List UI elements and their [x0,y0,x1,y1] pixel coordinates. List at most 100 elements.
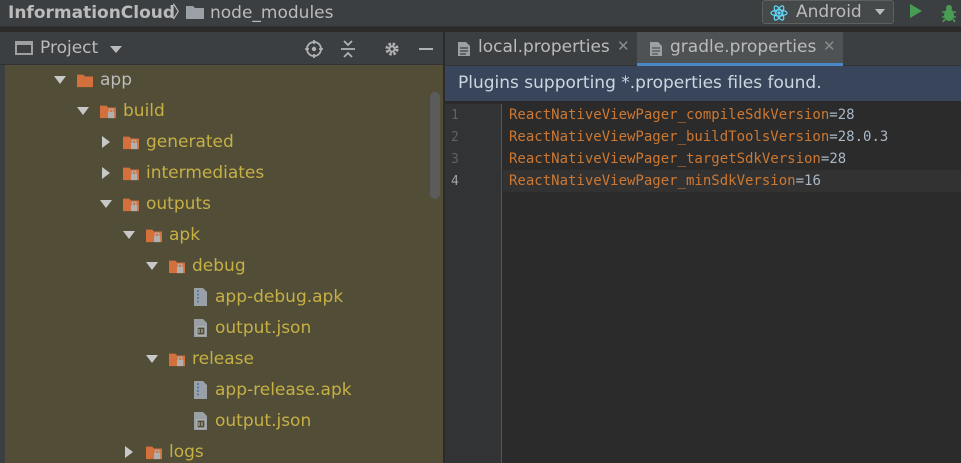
tree-item[interactable]: output.json [5,313,428,344]
property-separator: = [829,129,838,145]
navigation-bar: InformationCloud 〉 node_modules Android [0,0,961,27]
run-configuration-label: Android [796,2,862,22]
property-line[interactable]: ReactNativeViewPager_buildToolsVersion=2… [509,129,888,145]
property-key: ReactNativeViewPager_buildToolsVersion [509,129,830,145]
project-tree[interactable]: app build generated intermediates outputs apk… [5,65,428,463]
tree-item-label: logs [169,442,204,462]
tree-item-label: intermediates [146,163,265,183]
tree-item-label: apk [169,225,201,245]
tree-item[interactable]: build [5,96,428,127]
json-file-icon [194,412,207,430]
tree-item[interactable]: app-debug.apk [5,282,428,313]
property-value: 28 [837,107,855,123]
expand-arrow-down-icon[interactable] [54,76,66,84]
line-number: 3 [451,152,459,167]
expand-arrow-down-icon[interactable] [146,355,158,363]
expand-arrow-right-icon[interactable] [102,167,110,179]
debug-icon[interactable] [940,3,958,23]
run-configuration-select[interactable]: Android [762,0,894,24]
tree-item[interactable]: release [5,344,428,375]
line-number-gutter: 1 2 3 4 [445,104,502,463]
tree-item[interactable]: intermediates [5,158,428,189]
property-line[interactable]: ReactNativeViewPager_targetSdkVersion=28 [509,151,846,167]
tree-item-label: debug [192,256,246,276]
close-icon[interactable]: ✕ [823,37,836,55]
tree-item-label: outputs [146,194,211,214]
code-editor[interactable]: 1 2 3 4 ReactNativeViewPager_compileSdkVers… [445,104,961,463]
project-tool-window: Project app build generated intermediates ou… [0,32,443,463]
json-file-icon [194,319,207,337]
collapse-all-icon[interactable] [338,39,358,59]
tree-scrollbar[interactable] [430,92,440,199]
property-value: 16 [804,173,821,189]
expand-arrow-down-icon[interactable] [123,231,135,239]
tree-item-label: app [100,70,132,90]
tree-item[interactable]: app-release.apk [5,375,428,406]
editor-tab-bar: local.properties ✕ gradle.properties ✕ [445,32,961,66]
tab-gradle-properties[interactable]: gradle.properties ✕ [637,32,843,66]
expand-arrow-down-icon[interactable] [77,107,89,115]
folder-icon [169,353,185,367]
tree-item[interactable]: apk [5,220,428,251]
plugin-notification-banner: Plugins supporting *.properties files fo… [445,66,961,102]
tree-item[interactable]: generated [5,127,428,158]
folder-icon [123,136,139,150]
breadcrumb-project[interactable]: InformationCloud [8,2,175,24]
expand-arrow-right-icon[interactable] [102,136,110,148]
folder-icon [123,167,139,181]
folder-icon [123,198,139,212]
expand-arrow-right-icon[interactable] [125,446,133,458]
expand-arrow-down-icon[interactable] [100,200,112,208]
folder-icon [146,229,162,243]
property-value: 28 [829,151,847,167]
property-key: ReactNativeViewPager_targetSdkVersion [509,151,821,167]
chevron-down-icon [875,9,885,15]
editor-area: local.properties ✕ gradle.properties ✕ P… [445,32,961,463]
properties-file-icon [650,42,662,56]
tree-item-label: build [123,101,165,121]
folder-icon [77,74,93,88]
tab-label: local.properties [478,37,610,57]
property-separator: = [829,107,838,123]
property-value: 28.0.3 [837,129,889,145]
property-line[interactable]: ReactNativeViewPager_minSdkVersion=16 [509,173,821,189]
line-number: 1 [451,108,459,123]
tree-item-label: release [192,349,254,369]
project-view-icon [15,41,33,55]
react-icon [770,5,788,21]
apk-file-icon [194,288,207,306]
property-separator: = [795,173,805,189]
line-number: 2 [451,130,459,145]
tree-item-label: app-release.apk [215,380,352,400]
minimize-icon[interactable] [416,39,436,59]
tree-item-label: output.json [215,411,312,431]
tree-item[interactable]: debug [5,251,428,282]
properties-file-icon [458,42,470,56]
tree-item[interactable]: outputs [5,189,428,220]
gear-icon[interactable] [382,39,402,59]
project-panel-header: Project [0,32,443,65]
expand-arrow-down-icon[interactable] [146,262,158,270]
tree-item[interactable]: output.json [5,406,428,437]
tree-item[interactable]: app [5,65,428,96]
tree-item[interactable]: logs [5,437,428,463]
folder-icon [146,446,162,460]
project-view-title[interactable]: Project [40,38,98,58]
tree-item-label: generated [146,132,234,152]
tab-label: gradle.properties [670,37,817,57]
tab-local-properties[interactable]: local.properties ✕ [445,32,635,66]
property-key: ReactNativeViewPager_minSdkVersion [509,173,796,189]
apk-file-icon [194,381,207,399]
tree-item-label: app-debug.apk [215,287,344,307]
locate-icon[interactable] [304,39,324,59]
tree-item-label: output.json [215,318,312,338]
property-key: ReactNativeViewPager_compileSdkVersion [509,107,830,123]
folder-icon [186,6,204,19]
breadcrumb-folder[interactable]: node_modules [210,2,334,24]
property-line[interactable]: ReactNativeViewPager_compileSdkVersion=2… [509,107,855,123]
chevron-down-icon[interactable] [110,46,122,53]
line-number: 4 [451,174,459,189]
notification-text: Plugins supporting *.properties files fo… [458,73,822,93]
run-icon[interactable] [910,4,922,18]
close-icon[interactable]: ✕ [617,37,630,55]
